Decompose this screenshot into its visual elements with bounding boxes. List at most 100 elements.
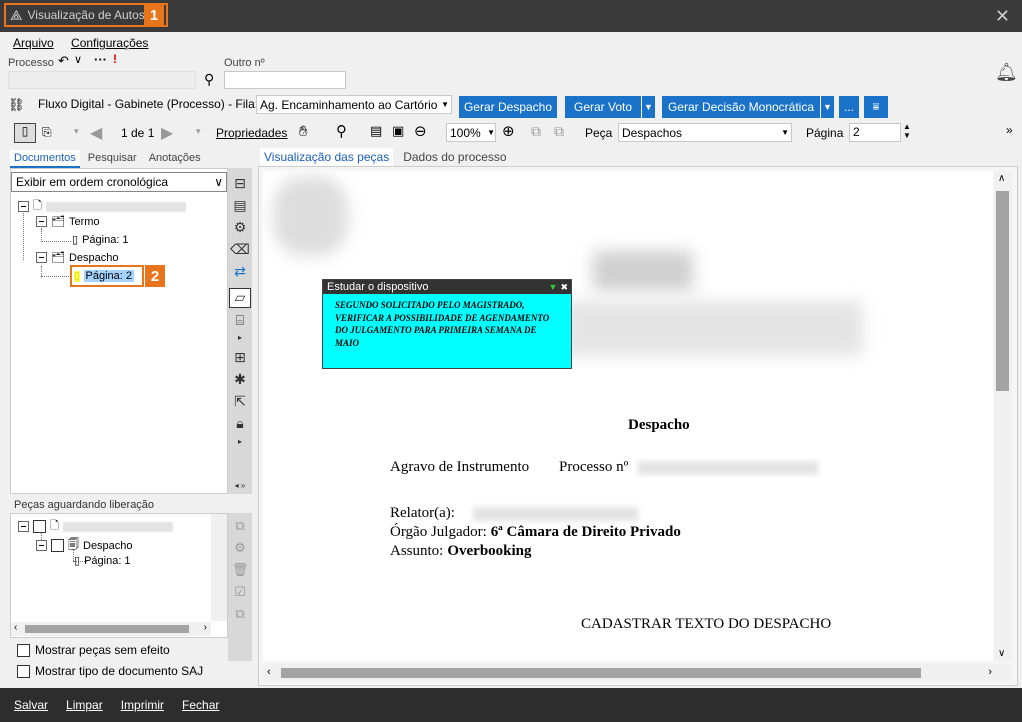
- propriedades-button[interactable]: Propriedades: [216, 126, 287, 140]
- tree-termo[interactable]: Termo: [69, 216, 100, 228]
- prev-page-icon[interactable]: ◀: [90, 123, 102, 143]
- search-icon[interactable]: ⚲: [204, 71, 214, 88]
- sem-efeito-checkbox[interactable]: [17, 643, 30, 657]
- fit-width-icon[interactable]: ▤: [370, 123, 382, 139]
- tree-despacho-page[interactable]: Página: 2: [83, 270, 134, 282]
- pending-hscroll[interactable]: ‹ ›: [11, 622, 211, 636]
- compare-icon[interactable]: ⇄: [229, 263, 251, 280]
- gerar-decisao-button[interactable]: Gerar Decisão Monocrática: [662, 96, 820, 118]
- pending-tool-delete-icon[interactable]: 🗑: [230, 559, 250, 581]
- expand-termo-toggle[interactable]: [36, 216, 47, 227]
- pending-tool-insert-icon[interactable]: ⧉: [230, 515, 250, 537]
- remove-icon[interactable]: ⌫: [229, 241, 251, 258]
- tab-visualizacao[interactable]: Visualização das peças: [260, 148, 394, 168]
- cursor-icon[interactable]: ⇱: [229, 393, 251, 410]
- pagina-spinner[interactable]: ▲ ▼: [903, 122, 911, 140]
- copy-page-icon[interactable]: ⧉: [554, 123, 564, 140]
- note-close-icon[interactable]: ✖: [560, 282, 568, 293]
- tipo-saj-checkbox[interactable]: [17, 664, 30, 678]
- expand-despacho-toggle[interactable]: [36, 252, 47, 263]
- outro-numero-input[interactable]: [224, 71, 346, 89]
- overflow-icon[interactable]: »: [1006, 123, 1013, 137]
- window-title: Visualização de Autos: [27, 8, 145, 22]
- fechar-button[interactable]: Fechar: [182, 698, 219, 712]
- root-blurred-label: [45, 201, 186, 212]
- chevron-down-icon[interactable]: ∨: [74, 53, 82, 66]
- more-arrow-icon-2[interactable]: ▸: [229, 437, 251, 446]
- pending-tool-approve-icon[interactable]: ☑: [230, 581, 250, 603]
- note-icon[interactable]: ▱: [229, 288, 251, 308]
- sem-efeito-label[interactable]: Mostrar peças sem efeito: [35, 643, 170, 657]
- collapse-strip-icon[interactable]: ◂ »: [229, 481, 251, 490]
- gerar-decisao-dropdown[interactable]: ▼: [820, 96, 834, 118]
- app-logo-icon: ⟁: [10, 6, 23, 23]
- tree-termo-page[interactable]: Página: 1: [82, 234, 128, 246]
- pending-vscroll[interactable]: [211, 514, 227, 621]
- viewer-vscroll[interactable]: ∧ ∨: [994, 171, 1012, 661]
- sticky-note[interactable]: Estudar o dispositivo ▼ ✖ SEGUNDO SOLICIT…: [322, 279, 572, 369]
- doc-processo: Processo nº: [559, 459, 629, 475]
- note-header[interactable]: Estudar o dispositivo ▼ ✖: [323, 280, 571, 294]
- check-sem-efeito-row[interactable]: Mostrar peças sem efeito: [17, 643, 170, 657]
- cert-icon[interactable]: ⚙: [229, 219, 251, 236]
- loading-icon[interactable]: ✱: [229, 371, 251, 388]
- pagina-input[interactable]: 2: [849, 123, 901, 142]
- processo-input[interactable]: [8, 71, 196, 89]
- peca-select[interactable]: Despachos ▼: [618, 123, 792, 142]
- callout-badge-2: 2: [145, 265, 165, 287]
- list-view-icon[interactable]: ▤: [229, 197, 251, 214]
- doc-alt-icon[interactable]: ⎘: [42, 125, 52, 140]
- insert-page-icon[interactable]: ⧉: [531, 123, 541, 140]
- tab-anotacoes[interactable]: Anotações: [145, 150, 205, 168]
- expand-icon[interactable]: ⩸: [864, 96, 888, 118]
- check-tipo-saj-row[interactable]: Mostrar tipo de documento SAJ: [17, 664, 203, 678]
- close-icon[interactable]: ✕: [995, 6, 1010, 27]
- menu-configuracoes[interactable]: Configurações: [71, 36, 148, 50]
- tree-despacho[interactable]: Despacho: [69, 252, 119, 264]
- expand-pending-despacho[interactable]: [36, 540, 47, 551]
- fila-select[interactable]: Ag. Encaminhamento ao Cartório ▼: [256, 95, 452, 114]
- zoom-out-icon[interactable]: ⊖: [414, 122, 427, 140]
- pending-despacho-checkbox[interactable]: [51, 539, 64, 552]
- limpar-button[interactable]: Limpar: [66, 698, 103, 712]
- expand-root-toggle[interactable]: [18, 201, 29, 212]
- pending-tool-cert-icon[interactable]: ⚙: [230, 537, 250, 559]
- more-actions-button[interactable]: ...: [839, 96, 859, 118]
- fit-page-icon[interactable]: ▣: [392, 123, 404, 139]
- gerar-voto-button[interactable]: Gerar Voto: [565, 96, 641, 118]
- back-icon[interactable]: ↶: [58, 53, 69, 69]
- tab-pesquisar[interactable]: Pesquisar: [84, 150, 141, 168]
- tree-view-icon[interactable]: ⊟: [229, 175, 251, 192]
- menu-arquivo[interactable]: Arquivo: [13, 36, 54, 50]
- expand-pending-root[interactable]: [18, 521, 29, 532]
- salvar-button[interactable]: Salvar: [14, 698, 48, 712]
- doc-view-icon[interactable]: ▯: [14, 123, 36, 143]
- zoom-tool-icon[interactable]: ⚲: [336, 122, 347, 140]
- tab-dados[interactable]: Dados do processo: [399, 148, 510, 168]
- tab-documentos[interactable]: Documentos: [10, 150, 80, 168]
- imprimir-button[interactable]: Imprimir: [121, 698, 164, 712]
- note-list-icon[interactable]: ⌸: [229, 312, 251, 329]
- hand-tool-icon[interactable]: ✋︎: [299, 123, 308, 140]
- zoom-select[interactable]: 100% ▼: [446, 123, 496, 142]
- order-select[interactable]: Exibir em ordem cronológica ∨: [11, 172, 227, 192]
- first-page-icon[interactable]: ▾: [74, 126, 79, 137]
- pending-tool-copy-icon[interactable]: ⧉: [230, 603, 250, 625]
- pending-root-checkbox[interactable]: [33, 520, 46, 533]
- zoom-in-icon[interactable]: ⊕: [502, 122, 515, 140]
- last-page-icon[interactable]: ▾: [196, 126, 201, 137]
- more-icon[interactable]: ···: [94, 52, 107, 67]
- pending-despacho[interactable]: Despacho: [83, 540, 133, 552]
- more-arrow-icon[interactable]: ▸: [229, 333, 251, 342]
- add-note-icon[interactable]: ⊞: [229, 349, 251, 366]
- pending-page[interactable]: Página: 1: [84, 555, 130, 567]
- tipo-saj-label[interactable]: Mostrar tipo de documento SAJ: [35, 664, 203, 678]
- note-collapse-icon[interactable]: ▼: [549, 282, 558, 293]
- next-page-icon[interactable]: ▶: [161, 123, 173, 143]
- gerar-despacho-button[interactable]: Gerar Despacho: [459, 96, 557, 118]
- lock-icon[interactable]: 🔒︎: [229, 415, 251, 432]
- gerar-voto-dropdown[interactable]: ▼: [641, 96, 655, 118]
- viewer-hscroll[interactable]: ‹ ›: [263, 664, 1012, 682]
- doc-relator: Relator(a):: [390, 505, 455, 521]
- bell-icon[interactable]: 🔔︎: [995, 62, 1018, 83]
